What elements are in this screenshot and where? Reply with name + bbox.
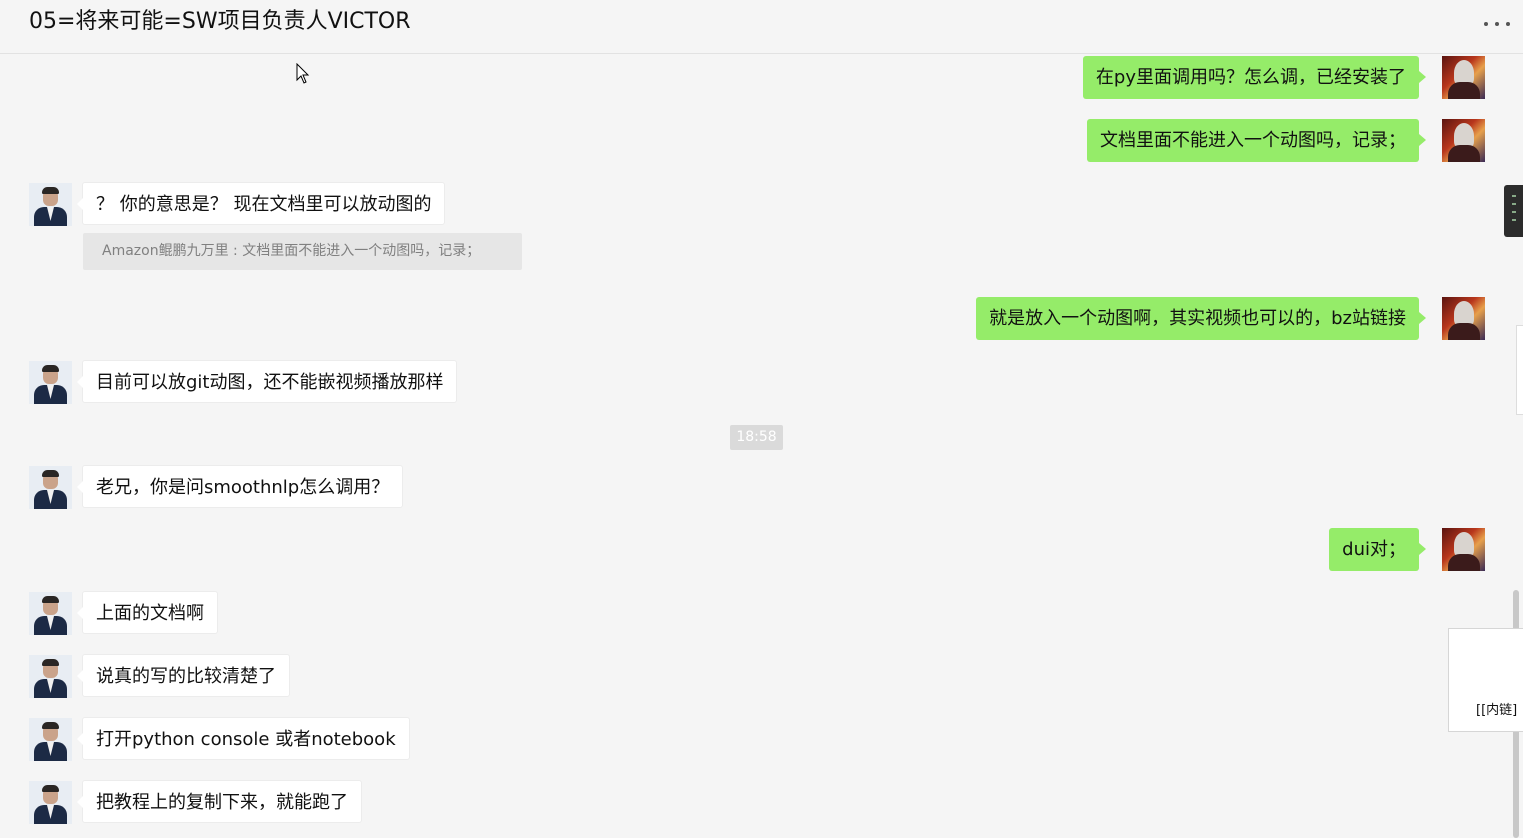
message-bubble-peer[interactable]: 老兄，你是问smoothnlp怎么调用？: [76, 465, 404, 508]
more-dots-icon[interactable]: [1484, 14, 1510, 34]
peer-avatar[interactable]: [29, 361, 72, 404]
message-bubble-self[interactable]: 文档里面不能进入一个动图吗，记录；: [1087, 119, 1426, 162]
popup-link-text[interactable]: [[内链]: [1476, 699, 1517, 718]
message-bubble-peer[interactable]: 目前可以放git动图，还不能嵌视频播放那样: [76, 360, 458, 403]
message-bubble-peer[interactable]: 上面的文档啊: [77, 591, 218, 634]
peer-avatar[interactable]: [29, 781, 72, 824]
chat-title: 05=将来可能=SW项目负责人VICTOR: [29, 9, 411, 34]
side-panel-edge[interactable]: [1516, 325, 1523, 415]
message-list[interactable]: 在py里面调用吗？怎么调，已经安装了 文档里面不能进入一个动图吗，记录； ？ 你…: [0, 54, 1510, 838]
message-bubble-peer[interactable]: 说真的写的比较清楚了: [77, 654, 290, 697]
chat-header: 05=将来可能=SW项目负责人VICTOR: [0, 0, 1523, 54]
mouse-pointer-icon: [296, 63, 310, 84]
link-popup[interactable]: [[内链]: [1448, 628, 1523, 732]
message-bubble-peer[interactable]: 打开python console 或者notebook: [77, 717, 410, 760]
message-bubble-self[interactable]: dui对；: [1329, 528, 1426, 571]
peer-avatar[interactable]: [29, 718, 72, 761]
message-bubble-self[interactable]: 就是放入一个动图啊，其实视频也可以的，bz站链接: [976, 297, 1426, 340]
peer-avatar[interactable]: [29, 592, 72, 635]
message-bubble-peer[interactable]: ？ 你的意思是？ 现在文档里可以放动图的: [76, 182, 446, 225]
peer-avatar[interactable]: [29, 183, 72, 226]
message-bubble-peer[interactable]: 把教程上的复制下来，就能跑了: [77, 780, 362, 823]
peer-avatar[interactable]: [29, 655, 72, 698]
message-bubble-self[interactable]: 在py里面调用吗？怎么调，已经安装了: [1082, 56, 1427, 99]
timestamp: 18:58: [730, 425, 783, 450]
quoted-message[interactable]: Amazon鲲鹏九万里 : 文档里面不能进入一个动图吗，记录；: [83, 233, 522, 270]
side-toolbar-handle[interactable]: [1504, 185, 1523, 237]
self-avatar[interactable]: [1442, 56, 1485, 99]
self-avatar[interactable]: [1442, 528, 1485, 571]
peer-avatar[interactable]: [29, 466, 72, 509]
self-avatar[interactable]: [1442, 297, 1485, 340]
self-avatar[interactable]: [1442, 119, 1485, 162]
